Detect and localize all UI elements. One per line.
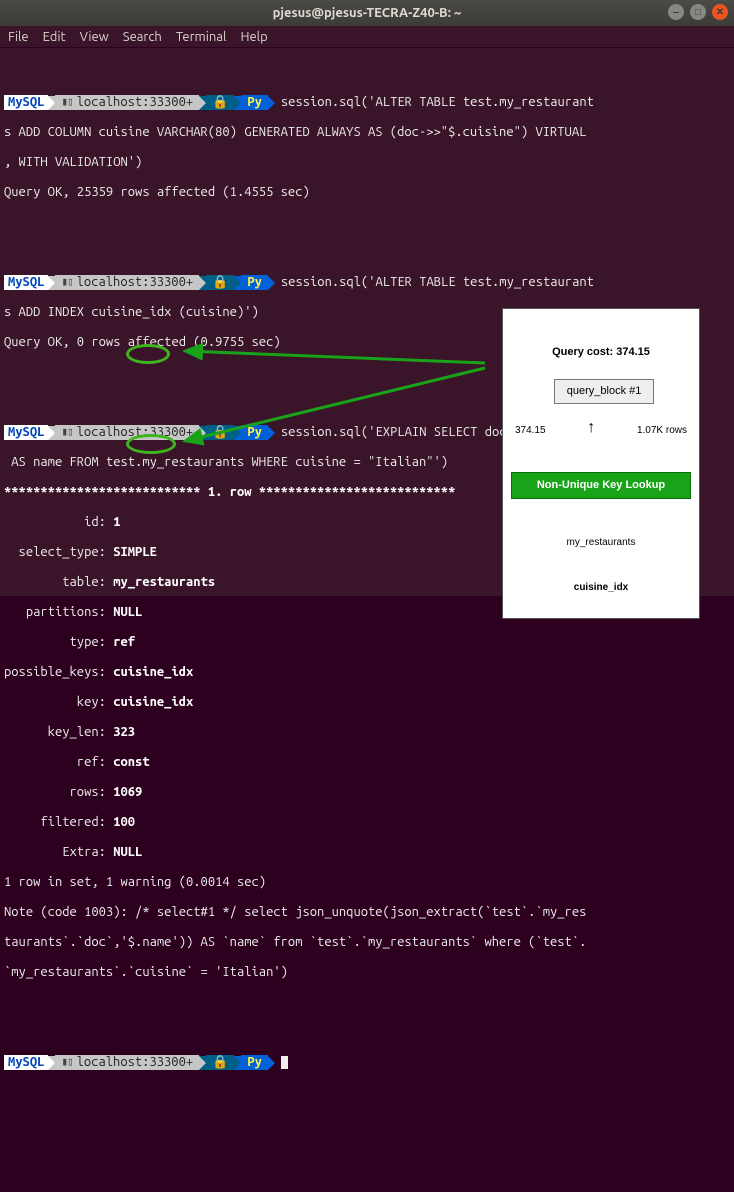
lock-icon: 🔒 — [206, 95, 234, 110]
lock-icon: 🔒 — [206, 275, 234, 290]
window-title: pjesus@pjesus-TECRA-Z40-B: ~ — [273, 6, 462, 20]
explain-key-len: key_len: 323 — [4, 725, 730, 740]
lock-icon: 🔒 — [206, 1055, 234, 1070]
prompt-line-2: MySQL ▮▯ localhost:33300+ 🔒 Py session.sql('A… — [4, 275, 730, 290]
arrow-icon — [199, 96, 206, 110]
arrow-icon — [268, 276, 275, 290]
command-1-cont2: , WITH VALIDATION') — [4, 155, 730, 170]
arrow-icon — [234, 96, 241, 110]
explain-extra: Extra: NULL — [4, 845, 730, 860]
arrow-icon — [268, 1056, 275, 1070]
command-1-cont: s ADD COLUMN cuisine VARCHAR(80) GENERAT… — [4, 125, 730, 140]
minimize-button[interactable]: ‒ — [668, 4, 684, 20]
diagram-table: my_restaurants — [509, 535, 693, 550]
diagram-query-cost: Query cost: 374.15 — [509, 345, 693, 360]
result-1: Query OK, 25359 rows affected (1.4555 se… — [4, 185, 730, 200]
arrow-icon — [268, 426, 275, 440]
diagram-index: cuisine_idx — [509, 580, 693, 595]
prompt-line-1: MySQL ▮▯ localhost:33300+ 🔒 Py session.sql('A… — [4, 95, 730, 110]
maximize-button[interactable]: □ — [690, 4, 706, 20]
menu-help[interactable]: Help — [240, 30, 267, 44]
menu-file[interactable]: File — [8, 30, 29, 44]
arrow-icon — [199, 1056, 206, 1070]
explain-filtered: filtered: 100 — [4, 815, 730, 830]
prompt-host-text: localhost:33300+ — [77, 1055, 193, 1070]
db-icon: ▮▯ — [61, 95, 72, 110]
menubar: File Edit View Search Terminal Help — [0, 26, 734, 48]
result-3c: taurants`.`doc`,'$.name')) AS `name` fro… — [4, 935, 730, 950]
close-button[interactable]: ✕ — [712, 4, 728, 20]
prompt-mysql: MySQL — [4, 275, 48, 290]
arrow-icon — [48, 1056, 55, 1070]
prompt-mysql: MySQL — [4, 425, 48, 440]
menu-terminal[interactable]: Terminal — [176, 30, 227, 44]
menu-search[interactable]: Search — [123, 30, 162, 44]
diagram-midrow: 374.15 ↑ 1.07K rows — [509, 423, 693, 438]
db-icon: ▮▯ — [61, 425, 72, 440]
terminal[interactable]: MySQL ▮▯ localhost:33300+ 🔒 Py session.sql('A… — [0, 48, 734, 596]
prompt-host: ▮▯ localhost:33300+ — [55, 1055, 199, 1070]
result-3b: Note (code 1003): /* select#1 */ select … — [4, 905, 730, 920]
explain-type: type: ref — [4, 635, 730, 650]
db-icon: ▮▯ — [61, 275, 72, 290]
prompt-lang: Py — [241, 95, 268, 110]
cursor[interactable] — [275, 1055, 288, 1070]
explain-diagram: Query cost: 374.15 query_block #1 374.15… — [502, 308, 700, 619]
result-3d: `my_restaurants`.`cuisine` = 'Italian') — [4, 965, 730, 980]
explain-key: key: cuisine_idx — [4, 695, 730, 710]
prompt-host: ▮▯ localhost:33300+ — [55, 275, 199, 290]
prompt-lang: Py — [241, 425, 268, 440]
db-icon: ▮▯ — [61, 1055, 72, 1070]
explain-ref: ref: const — [4, 755, 730, 770]
explain-rows: rows: 1069 — [4, 785, 730, 800]
lock-icon: 🔒 — [206, 425, 234, 440]
arrow-icon — [48, 276, 55, 290]
prompt-host-text: localhost:33300+ — [77, 275, 193, 290]
prompt-host: ▮▯ localhost:33300+ — [55, 425, 199, 440]
prompt-lang: Py — [241, 1055, 268, 1070]
diagram-cost: 374.15 — [515, 423, 546, 438]
window-controls: ‒ □ ✕ — [668, 4, 728, 20]
prompt-mysql: MySQL — [4, 1055, 48, 1070]
prompt-line-4: MySQL ▮▯ localhost:33300+ 🔒 Py — [4, 1055, 730, 1070]
prompt-host-text: localhost:33300+ — [77, 425, 193, 440]
prompt-host: ▮▯ localhost:33300+ — [55, 95, 199, 110]
diagram-query-block: query_block #1 — [554, 379, 655, 404]
arrow-icon — [199, 426, 206, 440]
diagram-lookup: Non-Unique Key Lookup — [511, 472, 691, 499]
command-2: session.sql('ALTER TABLE test.my_restaur… — [275, 275, 594, 290]
prompt-lang: Py — [241, 275, 268, 290]
prompt-mysql: MySQL — [4, 95, 48, 110]
command-1: session.sql('ALTER TABLE test.my_restaur… — [275, 95, 594, 110]
result-3a: 1 row in set, 1 warning (0.0014 sec) — [4, 875, 730, 890]
arrow-icon — [268, 96, 275, 110]
diagram-rows: 1.07K rows — [637, 423, 687, 438]
menu-view[interactable]: View — [80, 30, 109, 44]
up-arrow-icon: ↑ — [587, 423, 595, 438]
arrow-icon — [234, 276, 241, 290]
arrow-icon — [48, 96, 55, 110]
arrow-icon — [234, 426, 241, 440]
window-titlebar: pjesus@pjesus-TECRA-Z40-B: ~ ‒ □ ✕ — [0, 0, 734, 26]
blank — [4, 995, 730, 1010]
blank — [4, 215, 730, 230]
prompt-host-text: localhost:33300+ — [77, 95, 193, 110]
arrow-icon — [48, 426, 55, 440]
menu-edit[interactable]: Edit — [43, 30, 66, 44]
explain-possible-keys: possible_keys: cuisine_idx — [4, 665, 730, 680]
arrow-icon — [234, 1056, 241, 1070]
arrow-icon — [199, 276, 206, 290]
